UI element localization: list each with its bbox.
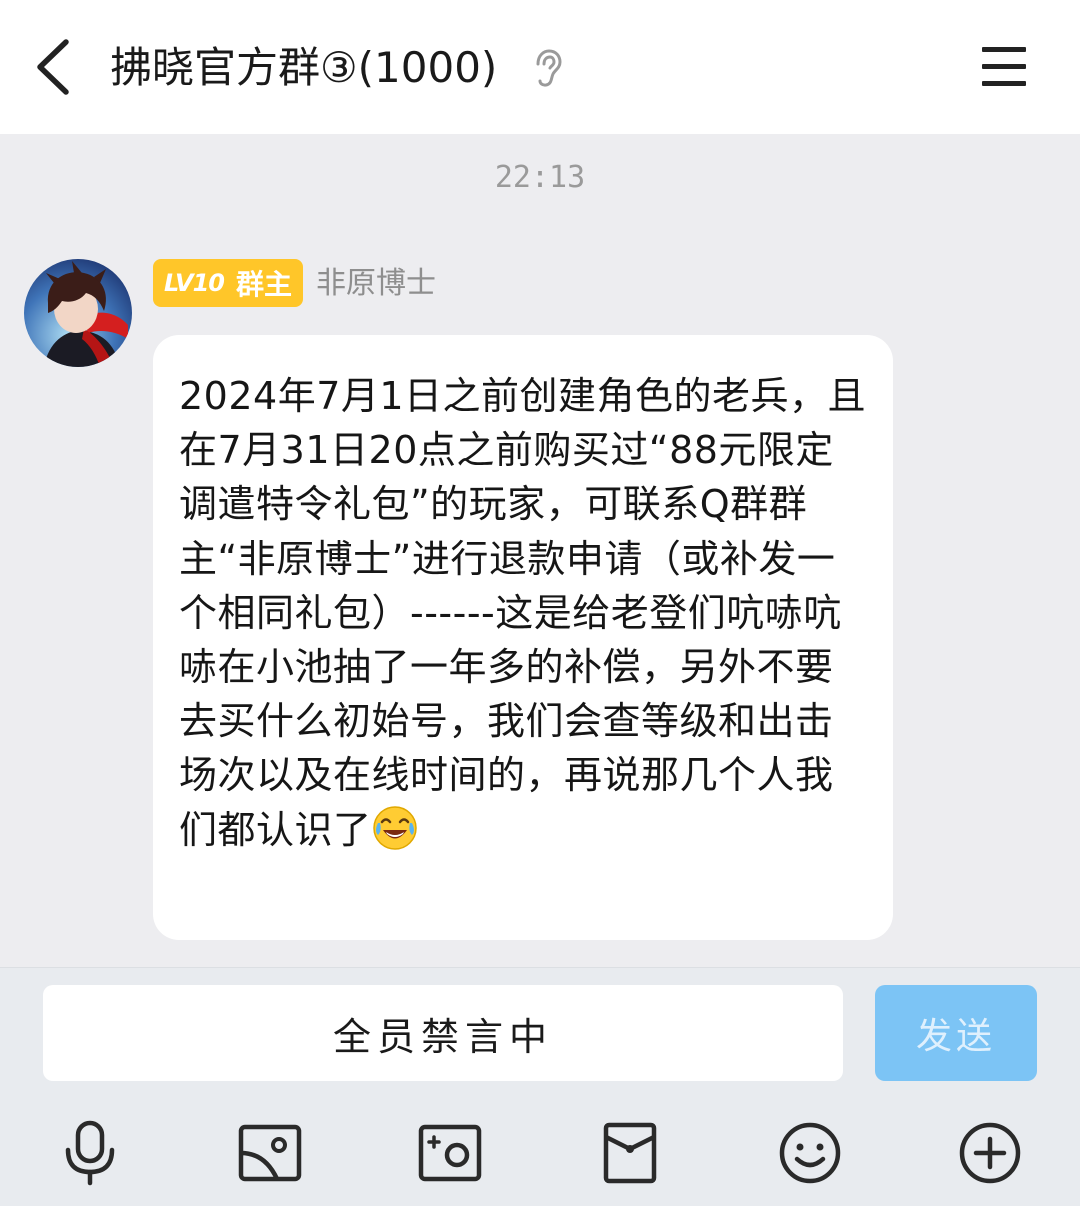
sender-name[interactable]: 非原博士 (316, 262, 436, 306)
microphone-icon (65, 1120, 115, 1186)
voice-button[interactable] (55, 1118, 125, 1188)
laughing-tears-emoji (372, 805, 418, 851)
message-timestamp: 22:13 (494, 160, 586, 195)
group-owner-badge: LV10 群主 (153, 259, 303, 307)
image-button[interactable] (235, 1118, 305, 1188)
emoji-button[interactable] (775, 1118, 845, 1188)
ear-icon[interactable] (530, 48, 564, 88)
more-button[interactable] (955, 1118, 1025, 1188)
message-input-disabled: 全员禁言中 (43, 985, 843, 1081)
role-label: 群主 (235, 268, 292, 301)
input-bar: 全员禁言中 发送 (0, 967, 1080, 1206)
avatar[interactable] (24, 259, 132, 367)
plus-icon (959, 1122, 1021, 1184)
chat-title[interactable]: 拂晓官方群③(1000) (110, 38, 497, 98)
camera-button[interactable] (415, 1118, 485, 1188)
image-icon (238, 1124, 302, 1182)
back-button[interactable] (30, 36, 80, 98)
menu-button[interactable] (980, 44, 1028, 90)
send-button[interactable]: 发送 (875, 985, 1037, 1081)
red-packet-icon (603, 1122, 657, 1184)
message-text: 2024年7月1日之前创建角色的老兵，且在7月31日20点之前购买过“88元限定… (179, 374, 867, 852)
chevron-left-icon (37, 39, 69, 95)
level-label: LV10 (164, 269, 225, 297)
hamburger-menu-icon (982, 47, 1026, 86)
camera-icon (418, 1124, 482, 1182)
message-bubble[interactable]: 2024年7月1日之前创建角色的老兵，且在7月31日20点之前购买过“88元限定… (153, 335, 893, 940)
emoji-icon (779, 1122, 841, 1184)
red-packet-button[interactable] (595, 1118, 665, 1188)
top-bar: 拂晓官方群③(1000) (0, 0, 1080, 134)
message-text-container: 2024年7月1日之前创建角色的老兵，且在7月31日20点之前购买过“88元限定… (179, 369, 867, 857)
